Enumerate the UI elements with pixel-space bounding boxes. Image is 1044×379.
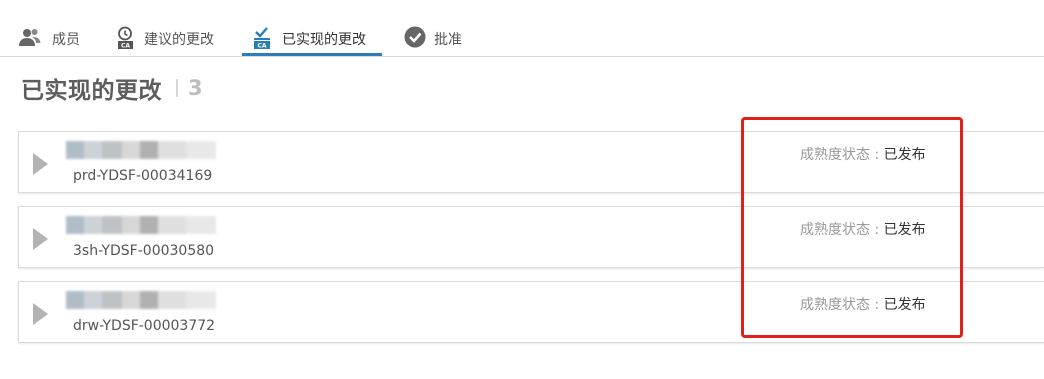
section-heading: 已实现的更改 3 bbox=[21, 70, 203, 106]
svg-text:CA: CA bbox=[121, 43, 130, 50]
tab-members[interactable]: 成员 bbox=[18, 16, 90, 56]
item-count: 3 bbox=[188, 76, 203, 100]
redacted-item-name bbox=[66, 141, 216, 159]
heading-divider bbox=[176, 79, 178, 97]
page-title: 已实现的更改 bbox=[21, 78, 162, 104]
expand-arrow-icon[interactable] bbox=[33, 228, 48, 250]
item-code: 3sh-YDSF-00030580 bbox=[73, 243, 215, 259]
tab-proposed-changes[interactable]: CA 建议的更改 bbox=[116, 16, 226, 56]
implemented-changes-icon: CA bbox=[253, 26, 277, 50]
expand-arrow-icon[interactable] bbox=[33, 153, 48, 175]
annotation-highlight-box bbox=[741, 117, 963, 338]
redacted-item-name bbox=[66, 291, 216, 309]
tab-bar: 成员 CA 建议的更改 CA 已实现的更改 批准 bbox=[0, 0, 1044, 57]
tab-proposed-changes-label: 建议的更改 bbox=[144, 32, 214, 48]
item-code: prd-YDSF-00034169 bbox=[73, 168, 213, 184]
tab-members-label: 成员 bbox=[52, 32, 80, 48]
expand-arrow-icon[interactable] bbox=[33, 303, 48, 325]
approval-check-icon bbox=[404, 26, 428, 50]
tab-implemented-changes[interactable]: CA 已实现的更改 bbox=[242, 16, 382, 56]
tab-approval[interactable]: 批准 bbox=[404, 16, 474, 56]
tab-implemented-changes-label: 已实现的更改 bbox=[282, 32, 366, 48]
redacted-item-name bbox=[66, 216, 216, 234]
tab-approval-label: 批准 bbox=[434, 32, 462, 48]
members-icon bbox=[18, 26, 42, 50]
svg-text:CA: CA bbox=[257, 43, 266, 50]
item-code: drw-YDSF-00003772 bbox=[73, 318, 216, 334]
proposed-changes-icon: CA bbox=[116, 26, 140, 50]
